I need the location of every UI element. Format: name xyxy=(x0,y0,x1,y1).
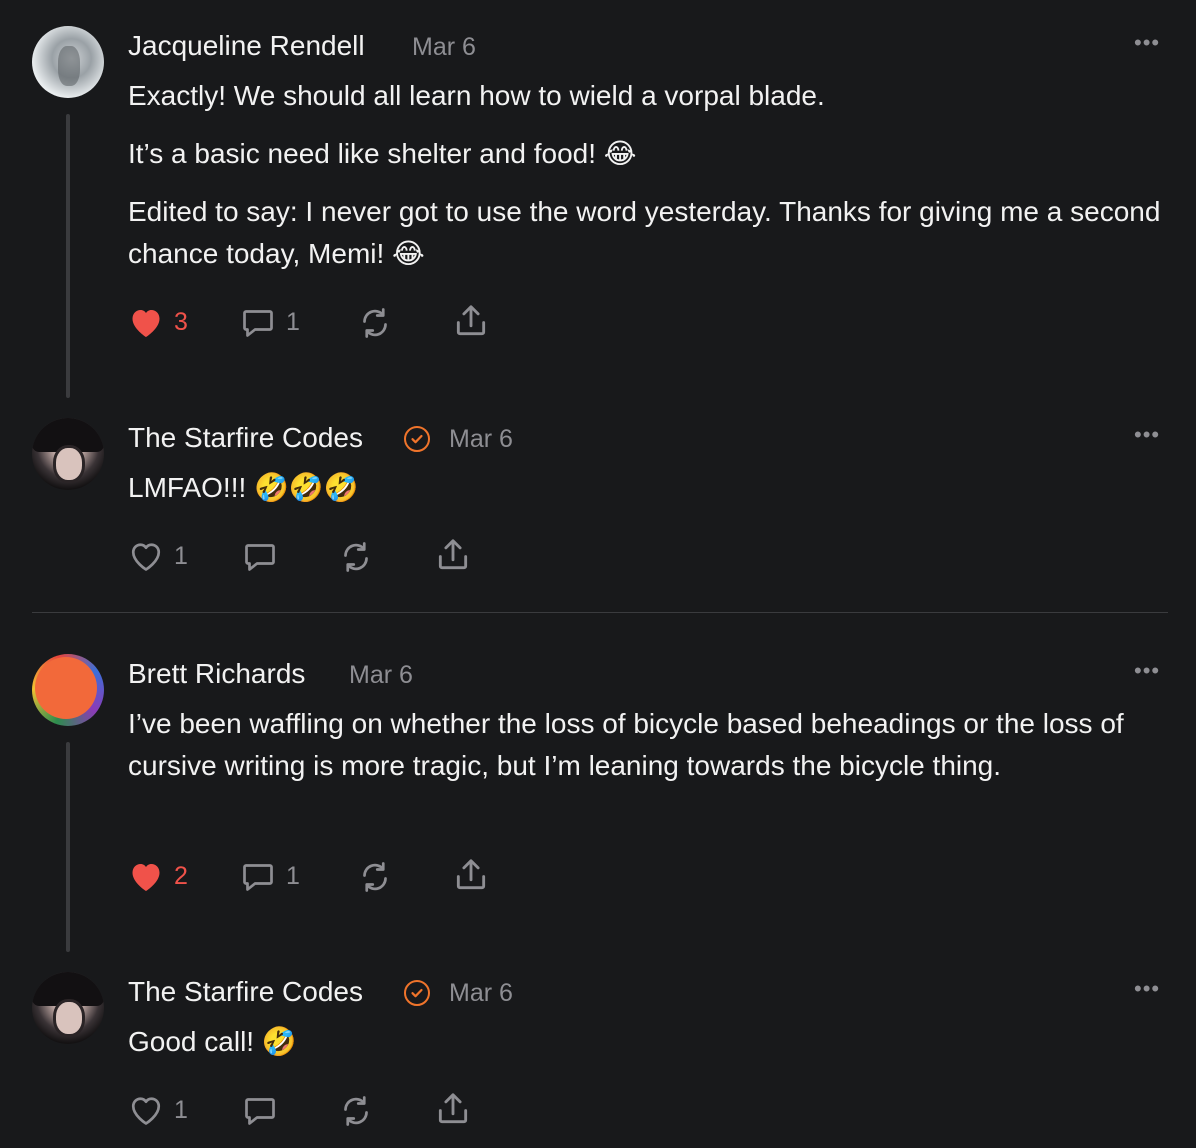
like-button[interactable]: 1 xyxy=(128,1093,188,1127)
post-date[interactable]: Mar 6 xyxy=(449,979,513,1008)
comment-body: Exactly! We should all learn how to wiel… xyxy=(128,75,1168,291)
reply-button[interactable] xyxy=(242,539,278,573)
heart-icon xyxy=(131,1097,161,1125)
share-button[interactable] xyxy=(434,536,472,574)
comment-paragraph: I’ve been waffling on whether the loss o… xyxy=(128,708,1124,781)
reply-button[interactable] xyxy=(242,1093,278,1127)
restack-button[interactable] xyxy=(356,859,394,895)
share-icon xyxy=(438,1093,468,1124)
comment-icon xyxy=(243,310,273,337)
comment-icon xyxy=(245,1098,275,1125)
like-button[interactable]: 2 xyxy=(128,859,188,893)
restack-icon xyxy=(344,542,368,572)
heart-icon xyxy=(131,543,161,571)
post-date[interactable]: Mar 6 xyxy=(349,661,413,690)
author-name[interactable]: The Starfire Codes xyxy=(128,422,363,454)
more-options-icon[interactable]: ••• xyxy=(1134,976,1160,1002)
share-icon xyxy=(456,859,486,890)
thread-divider xyxy=(32,612,1168,613)
heart-icon xyxy=(132,310,160,337)
like-button[interactable]: 3 xyxy=(128,305,188,339)
more-options-icon[interactable]: ••• xyxy=(1134,422,1160,448)
more-options-icon[interactable]: ••• xyxy=(1134,30,1160,56)
share-button[interactable] xyxy=(452,302,490,340)
author-name[interactable]: The Starfire Codes xyxy=(128,976,363,1008)
comment-body: I’ve been waffling on whether the loss o… xyxy=(128,703,1168,803)
comment-paragraph: Exactly! We should all learn how to wiel… xyxy=(128,80,825,111)
comment-body: Good call! 🤣 xyxy=(128,1021,1168,1079)
reply-count: 1 xyxy=(286,861,300,890)
reply-button[interactable]: 1 xyxy=(240,305,300,339)
more-options-icon[interactable]: ••• xyxy=(1134,658,1160,684)
comment-paragraph: Edited to say: I never got to use the wo… xyxy=(128,196,1161,269)
restack-button[interactable] xyxy=(356,305,394,341)
verified-check-icon xyxy=(404,980,430,1006)
share-icon xyxy=(438,539,468,570)
thread-line xyxy=(66,114,70,398)
restack-button[interactable] xyxy=(337,539,375,575)
share-icon xyxy=(456,305,486,336)
comment-icon xyxy=(245,544,275,571)
restack-icon xyxy=(363,308,387,338)
author-name[interactable]: Brett Richards xyxy=(128,658,305,690)
reply-button[interactable]: 1 xyxy=(240,859,300,893)
reply-count: 1 xyxy=(286,307,300,336)
like-count: 1 xyxy=(174,1095,188,1124)
comment-thread: Jacqueline Rendell Mar 6 ••• Exactly! We… xyxy=(0,0,1196,1148)
avatar[interactable] xyxy=(32,418,104,490)
comment-icon xyxy=(243,864,273,891)
restack-button[interactable] xyxy=(337,1093,375,1129)
post-date[interactable]: Mar 6 xyxy=(412,33,476,62)
comment-paragraph: LMFAO!!! 🤣🤣🤣 xyxy=(128,472,359,503)
comment-paragraph: It’s a basic need like shelter and food!… xyxy=(128,138,637,169)
post-date[interactable]: Mar 6 xyxy=(449,425,513,454)
like-button[interactable]: 1 xyxy=(128,539,188,573)
avatar[interactable] xyxy=(32,972,104,1044)
author-name[interactable]: Jacqueline Rendell xyxy=(128,30,365,62)
avatar[interactable] xyxy=(32,654,104,726)
like-count: 1 xyxy=(174,541,188,570)
verified-check-icon xyxy=(404,426,430,452)
share-button[interactable] xyxy=(434,1090,472,1128)
comment-body: LMFAO!!! 🤣🤣🤣 xyxy=(128,467,1168,525)
share-button[interactable] xyxy=(452,856,490,894)
comment-paragraph: Good call! 🤣 xyxy=(128,1026,297,1057)
avatar[interactable] xyxy=(32,26,104,98)
restack-icon xyxy=(363,862,387,892)
heart-icon xyxy=(132,864,160,891)
restack-icon xyxy=(344,1096,368,1126)
like-count: 3 xyxy=(174,307,188,336)
thread-line xyxy=(66,742,70,952)
like-count: 2 xyxy=(174,861,188,890)
